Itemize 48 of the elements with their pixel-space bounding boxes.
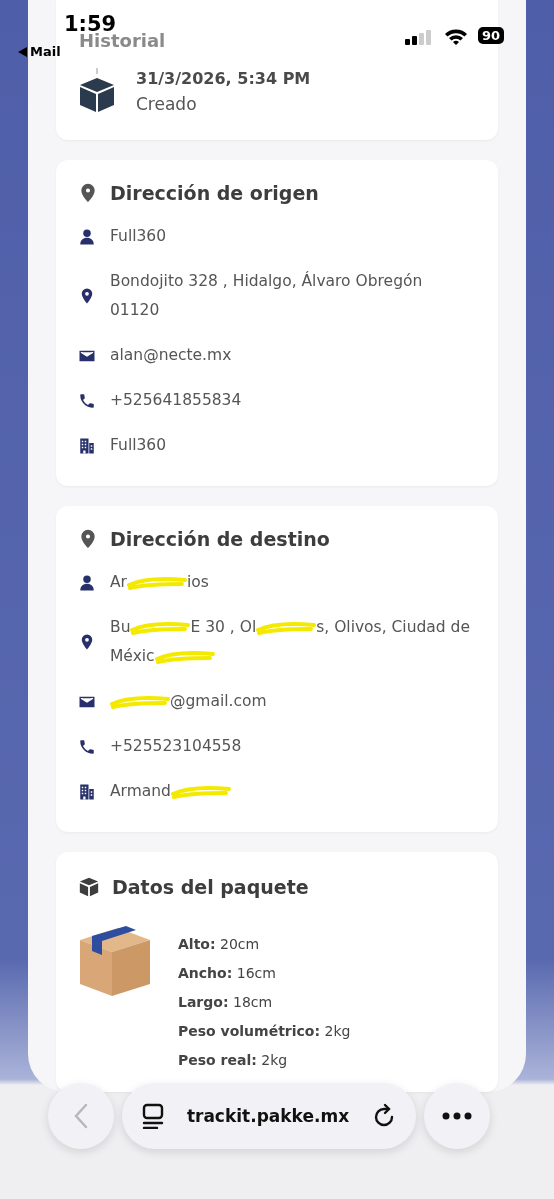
back-to-app-link[interactable]: Mail [30,44,61,59]
section-title: Datos del paquete [112,876,309,898]
section-title: Dirección de destino [110,528,330,550]
package-detail: Peso volumétrico: 2kg [178,1023,351,1039]
chevron-left-icon [74,1103,88,1129]
more-icon [442,1112,472,1120]
location-pin-icon [78,528,98,550]
back-triangle-icon [18,46,27,57]
phone-icon [78,737,96,756]
battery-level: 90 [478,27,505,44]
detail-text: @gmail.com [110,687,476,716]
detail-text: Ar ios [110,572,210,593]
section-title: Dirección de origen [110,182,319,204]
page-menu-icon [142,1103,164,1129]
cube-icon [78,876,100,898]
redaction-scribble [256,619,317,636]
redaction-scribble [154,648,215,665]
detail-text: Bu E 30 , Ol s, Olivos, Ciudad de Méxic [110,617,471,667]
location-pin-icon [78,182,98,204]
detail-text: alan@necte.mx [110,345,233,366]
person-icon [78,227,96,246]
detail-text: +525523104558 [110,736,243,757]
event-date: 31/3/2026, 5:34 PM [136,68,311,88]
phone-icon [78,391,96,410]
detail-text: +525641855834 [110,390,243,411]
building-icon [78,782,96,801]
person-icon [78,573,96,592]
event-status: Creado [136,93,198,114]
address-bar[interactable]: trackit.pakke.mx [122,1083,416,1149]
reload-icon [372,1103,396,1129]
cube-icon [78,68,116,114]
redaction-scribble [127,574,187,591]
redaction-scribble [130,619,191,636]
detail-text: Armand [110,777,476,806]
cardboard-box-icon [78,926,152,998]
package-detail: Ancho: 16cm [178,965,277,981]
more-button[interactable] [424,1083,490,1149]
package-detail: Peso real: 2kg [178,1052,289,1068]
redaction-scribble [170,783,231,800]
detail-text: Bondojito 328 , Hidalgo, Álvaro Obregón 01120 [110,270,424,321]
package-detail: Largo: 18cm [178,994,274,1010]
package-detail: Alto: 20cm [178,936,261,952]
redaction-scribble [110,693,170,710]
detail-text: Full360 [110,226,168,247]
detail-text: Full360 [110,435,168,456]
wifi-icon [444,28,468,46]
cellular-signal-icon [405,30,433,45]
building-icon [78,436,96,455]
